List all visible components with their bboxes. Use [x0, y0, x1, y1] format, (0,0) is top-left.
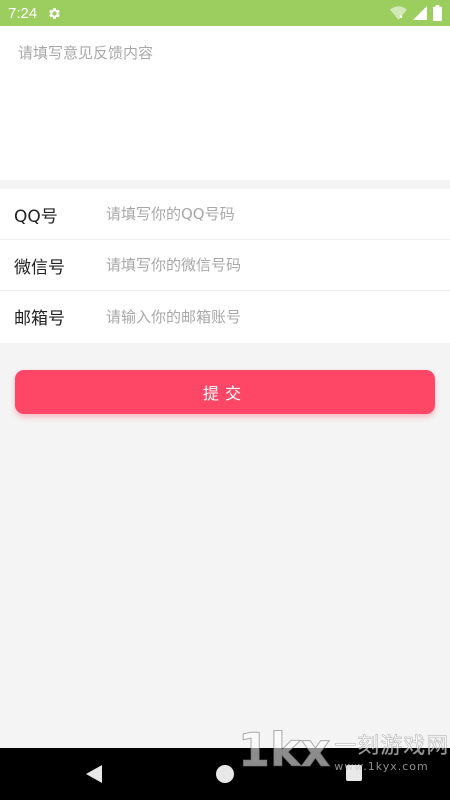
feedback-input[interactable]	[18, 42, 432, 164]
form-row-wechat: 微信号	[0, 240, 450, 291]
wechat-label: 微信号	[14, 257, 65, 278]
back-icon[interactable]	[86, 765, 102, 783]
qq-input[interactable]	[106, 199, 450, 229]
recent-apps-icon[interactable]	[346, 765, 362, 781]
navigation-bar	[0, 748, 450, 800]
form-row-qq: QQ号	[0, 189, 450, 240]
status-icons	[390, 5, 442, 21]
qq-label: QQ号	[14, 206, 58, 227]
wechat-input[interactable]	[106, 250, 450, 280]
home-icon[interactable]	[216, 765, 234, 783]
submit-button[interactable]: 提交	[15, 370, 435, 414]
contact-form: QQ号 微信号 邮箱号	[0, 189, 450, 343]
email-label: 邮箱号	[14, 309, 65, 329]
gear-icon	[49, 7, 61, 19]
battery-icon	[433, 5, 442, 21]
status-time: 7:24	[8, 4, 38, 22]
status-bar: 7:24	[0, 0, 450, 26]
email-input[interactable]	[106, 301, 450, 332]
wifi-icon	[390, 5, 407, 20]
signal-icon	[413, 6, 427, 20]
feedback-area	[0, 26, 450, 180]
form-row-email: 邮箱号	[0, 291, 450, 342]
